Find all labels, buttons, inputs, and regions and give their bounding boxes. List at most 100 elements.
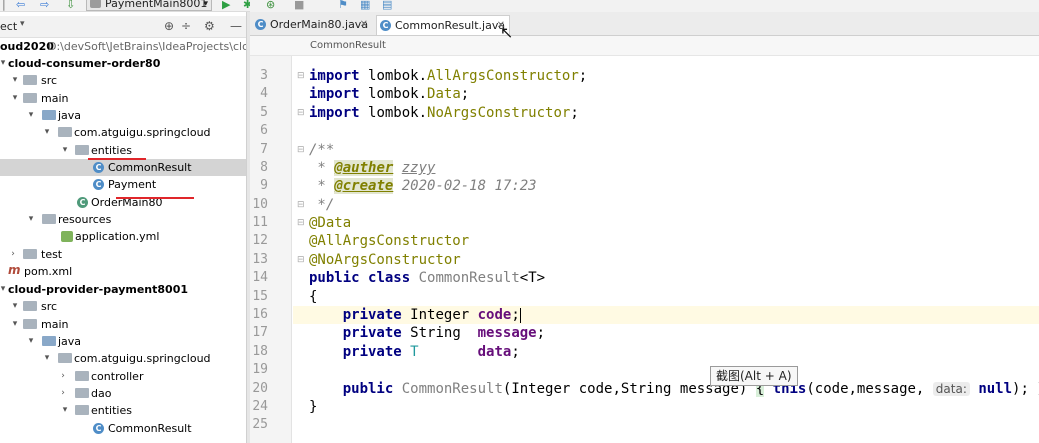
collapse-all-icon[interactable]: ÷ bbox=[181, 19, 191, 33]
chevron-down-icon[interactable]: ▾ bbox=[10, 316, 20, 333]
chevron-down-icon[interactable]: ▾ bbox=[0, 55, 8, 72]
chevron-right-icon[interactable]: › bbox=[58, 385, 68, 402]
build-icon[interactable]: ⇩ bbox=[66, 0, 75, 11]
line-number: 7 bbox=[260, 142, 268, 157]
fold-marker-icon[interactable]: ⊟ bbox=[297, 104, 306, 122]
tree-row-class[interactable]: C CommonResult bbox=[0, 159, 246, 176]
code-line: private String message; bbox=[309, 324, 545, 342]
tree-row-package[interactable]: ▾ com.atguigu.springcloud bbox=[0, 350, 246, 367]
chevron-right-icon[interactable]: › bbox=[8, 246, 18, 263]
chevron-down-icon[interactable]: ▾ bbox=[26, 211, 36, 228]
tree-row-module[interactable]: ▾ cloud-provider-payment8001 bbox=[0, 281, 246, 298]
class-ref: Data bbox=[427, 86, 461, 102]
chevron-down-icon[interactable]: ▾ bbox=[26, 107, 36, 124]
tree-row-folder[interactable]: ▾ java bbox=[0, 107, 246, 124]
line-number: 4 bbox=[260, 86, 268, 101]
source-folder-icon bbox=[42, 336, 56, 346]
chevron-down-icon[interactable]: ▾ bbox=[0, 281, 8, 298]
tab-label: OrderMain80.java bbox=[270, 18, 369, 31]
tree-row-root[interactable]: oud2020 D:\devSoft\JetBrains\IdeaProject… bbox=[0, 38, 246, 55]
tree-row-package[interactable]: ▾ entities bbox=[0, 142, 246, 159]
generic: <T> bbox=[519, 270, 546, 286]
tree-row-class[interactable]: C Payment bbox=[0, 176, 246, 193]
semicolon: ; bbox=[578, 68, 588, 84]
fold-marker-icon[interactable]: ⊟ bbox=[297, 141, 306, 159]
chevron-down-icon[interactable]: ▾ bbox=[42, 350, 52, 367]
chevron-down-icon[interactable]: ▾ bbox=[10, 90, 20, 107]
stop-icon[interactable]: ■ bbox=[294, 0, 304, 11]
chevron-down-icon[interactable]: ▾ bbox=[60, 402, 70, 419]
separator-icon: | bbox=[2, 0, 6, 11]
tab-ordermain80[interactable]: C OrderMain80.java ✕ bbox=[252, 15, 372, 35]
chevron-down-icon[interactable]: ▾ bbox=[26, 333, 36, 350]
gear-icon[interactable]: ⚙ bbox=[204, 19, 215, 33]
breadcrumb[interactable]: CommonResult bbox=[250, 36, 1039, 56]
tree-label: dao bbox=[91, 387, 112, 400]
project-view-title[interactable]: ect bbox=[0, 20, 17, 33]
vcs-icon[interactable]: ⚑ bbox=[338, 0, 348, 11]
package-icon bbox=[58, 127, 72, 137]
chevron-right-icon[interactable]: › bbox=[58, 368, 68, 385]
code-line: private T data; bbox=[309, 343, 520, 361]
tree-row-package[interactable]: › controller bbox=[0, 368, 246, 385]
coverage-icon[interactable]: ⊛ bbox=[266, 0, 275, 11]
tree-row-folder[interactable]: ▾ resources bbox=[0, 211, 246, 228]
chevron-down-icon[interactable]: ▾ bbox=[60, 142, 70, 159]
tree-row-package[interactable]: ▾ entities bbox=[0, 402, 246, 419]
yml-file-icon bbox=[61, 231, 73, 242]
dropdown-arrow-icon: ▾ bbox=[203, 0, 208, 9]
tree-row-folder[interactable]: ▾ src bbox=[0, 72, 246, 89]
structure-icon[interactable]: ▦ bbox=[360, 0, 370, 11]
run-config-selector[interactable]: PaymentMain8001 ▾ bbox=[86, 0, 212, 11]
tree-row-package[interactable]: › dao bbox=[0, 385, 246, 402]
back-arrow-icon[interactable]: ⇦ bbox=[16, 0, 25, 11]
chevron-down-icon[interactable]: ▾ bbox=[10, 72, 20, 89]
locate-icon[interactable]: ⊕ bbox=[164, 19, 174, 33]
forward-arrow-icon[interactable]: ⇨ bbox=[40, 0, 49, 11]
keyword: class bbox=[368, 270, 411, 286]
settings-icon[interactable]: ▤ bbox=[382, 0, 392, 11]
tree-row-file[interactable]: application.yml bbox=[0, 228, 246, 245]
code-line: * @create 2020-02-18 17:23 bbox=[309, 177, 537, 195]
tree-row-file[interactable]: m pom.xml bbox=[0, 263, 246, 280]
view-dropdown-icon[interactable]: ▾ bbox=[20, 19, 25, 29]
fold-marker-icon[interactable]: ⊟ bbox=[297, 251, 306, 269]
tree-label: Payment bbox=[108, 178, 157, 191]
type: Integer bbox=[410, 307, 470, 323]
tree-label: controller bbox=[91, 370, 144, 383]
tree-row-package[interactable]: ▾ com.atguigu.springcloud bbox=[0, 124, 246, 141]
tree-label: main bbox=[41, 318, 69, 331]
tree-row-folder[interactable]: ▾ src bbox=[0, 298, 246, 315]
ctor-name: CommonResult bbox=[401, 381, 503, 397]
folder-icon bbox=[23, 75, 37, 85]
code-line: private Integer code; bbox=[309, 306, 521, 324]
tree-row-class[interactable]: C CommonResult bbox=[0, 420, 246, 437]
source-folder-icon bbox=[42, 110, 56, 120]
keyword: public bbox=[342, 381, 394, 397]
fold-marker-icon[interactable]: ⊟ bbox=[297, 67, 306, 85]
class-name: CommonResult bbox=[418, 270, 520, 286]
class-icon: C bbox=[255, 19, 266, 30]
close-icon[interactable]: ✕ bbox=[360, 15, 368, 35]
chevron-down-icon[interactable]: ▾ bbox=[42, 124, 52, 141]
fold-marker-icon[interactable]: ⊟ bbox=[297, 196, 306, 214]
code-line: } bbox=[309, 399, 318, 415]
class-icon: C bbox=[380, 20, 391, 31]
hide-panel-icon[interactable]: — bbox=[230, 19, 242, 33]
class-icon: C bbox=[93, 179, 104, 190]
debug-icon[interactable]: ✱ bbox=[243, 0, 250, 11]
tree-row-module[interactable]: ▾ cloud-consumer-order80 bbox=[0, 55, 246, 72]
tree-row-folder[interactable]: ▾ main bbox=[0, 90, 246, 107]
line-number: 14 bbox=[252, 270, 268, 285]
tree-label: test bbox=[41, 248, 63, 261]
fold-marker-icon[interactable]: ⊟ bbox=[297, 214, 306, 232]
tree-label: java bbox=[58, 109, 82, 122]
tree-row-folder[interactable]: ▾ java bbox=[0, 333, 246, 350]
tree-row-folder[interactable]: ▾ main bbox=[0, 316, 246, 333]
chevron-down-icon[interactable]: ▾ bbox=[10, 298, 20, 315]
spring-boot-class-icon: C bbox=[77, 197, 88, 208]
tree-row-folder[interactable]: › test bbox=[0, 246, 246, 263]
run-icon[interactable]: ▶ bbox=[222, 0, 230, 11]
tab-commonresult[interactable]: C CommonResult.java ✕ bbox=[376, 15, 510, 35]
code-line: { bbox=[309, 289, 318, 305]
